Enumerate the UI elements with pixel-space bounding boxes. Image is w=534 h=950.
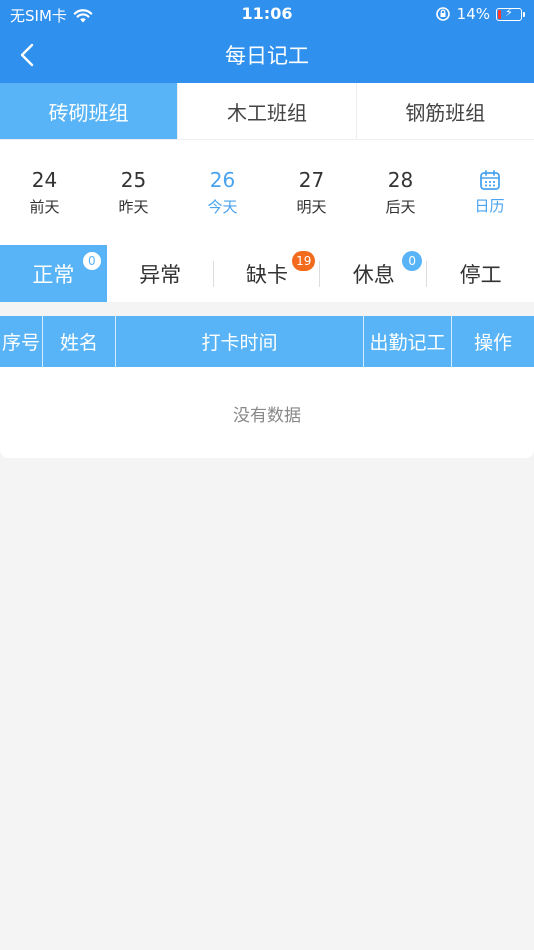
calendar-icon — [479, 170, 500, 190]
count-badge: 19 — [292, 251, 316, 271]
count-badge: 0 — [402, 251, 423, 271]
tab-label: 休息 — [352, 262, 395, 287]
date-item-day-after-tomorrow[interactable]: 28 后天 — [356, 140, 445, 245]
tab-status-abnormal[interactable]: 异常 — [107, 245, 214, 302]
tab-group-rebar[interactable]: 钢筋班组 — [355, 83, 534, 139]
date-item-day-before-yesterday[interactable]: 24 前天 — [0, 140, 89, 245]
column-header-attendance: 出勤记工 — [364, 316, 452, 367]
tab-label: 停工 — [459, 262, 502, 287]
tab-status-stopped[interactable]: 停工 — [427, 245, 534, 302]
date-selector: 24 前天 25 昨天 26 今天 27 明天 28 后天 日历 — [0, 140, 534, 245]
date-label: 昨天 — [118, 198, 149, 216]
date-item-yesterday[interactable]: 25 昨天 — [89, 140, 178, 245]
date-number: 26 — [209, 168, 236, 192]
orientation-lock-icon — [435, 7, 450, 21]
tab-label: 缺卡 — [245, 262, 288, 287]
battery-icon: ⚡ — [496, 6, 525, 21]
battery-percent: 14% — [456, 5, 490, 23]
column-header-punch-time: 打卡时间 — [116, 316, 364, 367]
date-number: 28 — [387, 168, 414, 192]
column-header-index: 序号 — [0, 316, 43, 367]
date-number: 27 — [298, 168, 325, 192]
app-header: 无SIM卡 11:06 14% ⚡ 每日记工 — [0, 0, 534, 83]
date-number: 25 — [120, 168, 147, 192]
empty-state-text: 没有数据 — [233, 406, 301, 426]
date-number: 24 — [31, 168, 58, 192]
date-label: 今天 — [207, 198, 238, 216]
tab-group-masonry[interactable]: 砖砌班组 — [0, 83, 178, 139]
tab-status-missing-punch[interactable]: 缺卡 19 — [214, 245, 321, 302]
column-header-name: 姓名 — [43, 316, 116, 367]
date-item-tomorrow[interactable]: 27 明天 — [267, 140, 356, 245]
table-header: 序号 姓名 打卡时间 出勤记工 操作 — [0, 316, 534, 367]
status-bar: 无SIM卡 11:06 14% ⚡ — [0, 0, 534, 28]
tab-label: 正常 — [32, 262, 75, 287]
attendance-status-tabs: 正常 0 异常 缺卡 19 休息 0 停工 — [0, 245, 534, 302]
date-label: 前天 — [29, 198, 60, 216]
calendar-label: 日历 — [474, 197, 505, 215]
date-label: 后天 — [385, 198, 416, 216]
tab-status-normal[interactable]: 正常 0 — [0, 245, 107, 302]
column-header-actions: 操作 — [473, 332, 512, 354]
attendance-table: 序号 姓名 打卡时间 出勤记工 操作 没有数据 — [0, 316, 534, 458]
tab-group-carpentry[interactable]: 木工班组 — [177, 83, 355, 139]
date-item-today[interactable]: 26 今天 — [178, 140, 267, 245]
date-label: 明天 — [296, 198, 327, 216]
tab-label: 异常 — [139, 262, 182, 287]
count-badge: 0 — [81, 251, 102, 271]
group-tabs: 砖砌班组 木工班组 钢筋班组 — [0, 83, 534, 140]
tab-status-rest[interactable]: 休息 0 — [320, 245, 428, 302]
calendar-button[interactable]: 日历 — [445, 140, 534, 245]
page-title: 每日记工 — [225, 44, 309, 68]
status-right: 14% ⚡ — [435, 5, 525, 23]
